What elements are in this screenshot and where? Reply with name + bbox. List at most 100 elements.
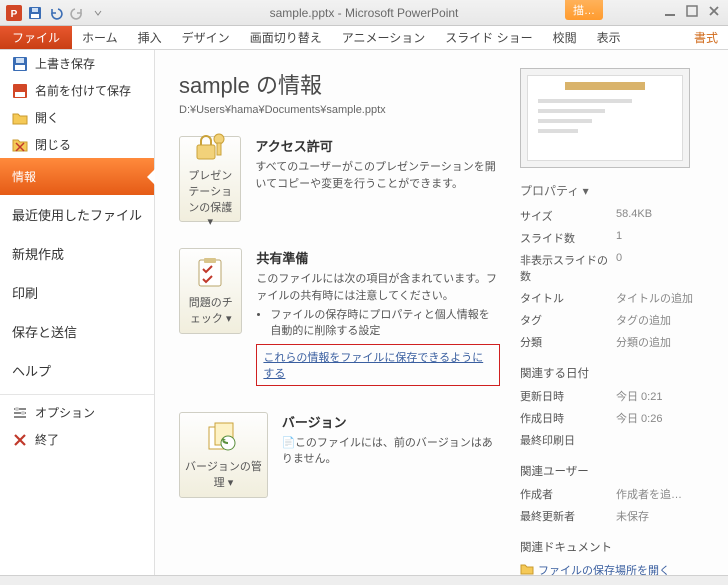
sidebar-open[interactable]: 開く <box>0 104 154 131</box>
sidebar-item-label: 保存と送信 <box>12 325 77 340</box>
section-header: バージョン <box>282 412 500 431</box>
sidebar-save[interactable]: 上書き保存 <box>0 50 154 77</box>
backstage-content: sample の情報 D:¥Users¥hama¥Documents¥sampl… <box>155 50 728 575</box>
sidebar-info[interactable]: 情報 <box>0 158 154 195</box>
lock-key-icon <box>193 131 227 163</box>
sidebar-item-label: 最近使用したファイル <box>12 208 142 223</box>
folder-close-icon <box>12 137 28 153</box>
prop-title[interactable]: タイトルタイトルの追加 <box>520 287 712 309</box>
tab-format[interactable]: 書式 <box>684 26 728 49</box>
sidebar-close[interactable]: 閉じる <box>0 131 154 158</box>
protect-presentation-button[interactable]: プレゼンテーションの保護 ▾ <box>179 136 241 222</box>
section-body: すべてのユーザーがこのプレゼンテーションを開いてコピーや変更を行うことができます… <box>255 159 500 192</box>
tab-slideshow[interactable]: スライド ショー <box>435 26 542 49</box>
sidebar-item-label: 新規作成 <box>12 247 64 262</box>
tab-animations[interactable]: アニメーション <box>332 26 436 49</box>
redo-icon[interactable] <box>67 3 87 23</box>
prop-slides: スライド数1 <box>520 227 712 249</box>
button-label: バージョンの管理 ▾ <box>184 458 263 490</box>
related-dates-header: 関連する日付 <box>520 365 712 381</box>
tab-home[interactable]: ホーム <box>72 26 128 49</box>
prop-size: サイズ58.4KB <box>520 205 712 227</box>
status-bar <box>0 575 728 585</box>
sidebar-item-label: 情報 <box>12 168 36 185</box>
maximize-icon[interactable] <box>686 5 698 20</box>
prop-modified: 更新日時今日 0:21 <box>520 385 712 407</box>
prop-hidden-slides: 非表示スライドの数0 <box>520 249 712 287</box>
prop-category[interactable]: 分類分類の追加 <box>520 331 712 353</box>
prop-author[interactable]: 作成者作成者を追… <box>520 483 712 505</box>
section-permissions: プレゼンテーションの保護 ▾ アクセス許可 すべてのユーザーがこのプレゼンテーシ… <box>179 136 500 222</box>
backstage-sidebar: 上書き保存 名前を付けて保存 開く 閉じる 情報 最近使用したファイル 新規作成… <box>0 50 155 575</box>
tab-transitions[interactable]: 画面切り替え <box>240 26 332 49</box>
svg-text:P: P <box>11 9 18 20</box>
sidebar-item-label: 開く <box>35 109 59 126</box>
ribbon-tabs: ファイル ホーム 挿入 デザイン 画面切り替え アニメーション スライド ショー… <box>0 26 728 50</box>
sidebar-share[interactable]: 保存と送信 <box>0 312 154 351</box>
powerpoint-icon[interactable]: P <box>4 3 24 23</box>
window-controls <box>664 5 728 20</box>
section-header: 共有準備 <box>256 248 500 267</box>
sidebar-item-label: オプション <box>35 404 95 421</box>
section-prepare-share: 問題のチェック ▾ 共有準備 このファイルには次の項目が含まれています。ファイル… <box>179 248 500 386</box>
properties-dropdown[interactable]: プロパティ ▾ <box>520 182 712 199</box>
folder-icon <box>520 562 534 575</box>
page-title: sample の情報 <box>179 68 500 100</box>
sidebar-recent[interactable]: 最近使用したファイル <box>0 195 154 234</box>
close-icon[interactable] <box>708 5 720 20</box>
button-label: プレゼンテーションの保護 ▾ <box>184 167 236 228</box>
divider <box>0 394 154 395</box>
share-prep-item: ファイルの保存時にプロパティと個人情報を自動的に削除する設定 <box>270 308 500 340</box>
sidebar-saveas[interactable]: 名前を付けて保存 <box>0 77 154 104</box>
sidebar-item-label: 印刷 <box>12 286 38 301</box>
sidebar-options[interactable]: オプション <box>0 399 154 426</box>
save-icon[interactable] <box>25 3 45 23</box>
contextual-tab[interactable]: 描… <box>565 0 603 20</box>
exit-icon <box>12 432 28 448</box>
save-icon <box>12 56 28 72</box>
section-header: アクセス許可 <box>255 136 500 155</box>
sidebar-item-label: 終了 <box>35 431 59 448</box>
undo-icon[interactable] <box>46 3 66 23</box>
sidebar-exit[interactable]: 終了 <box>0 426 154 453</box>
sidebar-help[interactable]: ヘルプ <box>0 351 154 390</box>
file-tab[interactable]: ファイル <box>0 26 72 49</box>
prop-last-printed: 最終印刷日 <box>520 429 712 451</box>
button-label: 問題のチェック ▾ <box>184 294 237 326</box>
qat-dropdown-icon[interactable] <box>88 3 108 23</box>
tab-review[interactable]: 校閲 <box>543 26 587 49</box>
saveas-icon <box>12 83 28 99</box>
allow-save-info-link-highlight: これらの情報をファイルに保存できるようにする <box>256 344 500 386</box>
sidebar-new[interactable]: 新規作成 <box>0 234 154 273</box>
prop-tags[interactable]: タグタグの追加 <box>520 309 712 331</box>
title-bar: P sample.pptx - Microsoft PowerPoint 描… <box>0 0 728 26</box>
manage-versions-button[interactable]: バージョンの管理 ▾ <box>179 412 268 498</box>
section-body: 📄 このファイルには、前のバージョンはありません。 <box>282 435 500 468</box>
quick-access-toolbar: P <box>0 3 108 23</box>
options-icon <box>12 405 28 421</box>
prop-last-modified-by: 最終更新者未保存 <box>520 505 712 527</box>
sidebar-print[interactable]: 印刷 <box>0 273 154 312</box>
versions-icon <box>206 420 240 454</box>
section-versions: バージョンの管理 ▾ バージョン 📄 このファイルには、前のバージョンはありませ… <box>179 412 500 498</box>
section-body: このファイルには次の項目が含まれています。ファイルの共有時には注意してください。 <box>256 271 500 304</box>
sidebar-item-label: ヘルプ <box>12 364 51 379</box>
tab-view[interactable]: 表示 <box>587 26 631 49</box>
checklist-icon <box>194 256 228 290</box>
sidebar-item-label: 上書き保存 <box>35 55 95 72</box>
minimize-icon[interactable] <box>664 5 676 20</box>
file-path: D:¥Users¥hama¥Documents¥sample.pptx <box>179 104 500 116</box>
sidebar-item-label: 名前を付けて保存 <box>35 82 131 99</box>
tab-insert[interactable]: 挿入 <box>128 26 172 49</box>
sidebar-item-label: 閉じる <box>35 136 71 153</box>
properties-panel: プロパティ ▾ サイズ58.4KB スライド数1 非表示スライドの数0 タイトル… <box>520 68 712 565</box>
check-issues-button[interactable]: 問題のチェック ▾ <box>179 248 242 334</box>
window-title: sample.pptx - Microsoft PowerPoint <box>0 6 728 20</box>
related-docs-header: 関連ドキュメント <box>520 539 712 555</box>
backstage: 上書き保存 名前を付けて保存 開く 閉じる 情報 最近使用したファイル 新規作成… <box>0 50 728 575</box>
prop-created: 作成日時今日 0:26 <box>520 407 712 429</box>
open-file-location-link[interactable]: ファイルの保存場所を開く <box>520 559 712 575</box>
slide-thumbnail[interactable] <box>520 68 690 168</box>
tab-design[interactable]: デザイン <box>172 26 240 49</box>
allow-save-info-link[interactable]: これらの情報をファイルに保存できるようにする <box>263 352 483 380</box>
